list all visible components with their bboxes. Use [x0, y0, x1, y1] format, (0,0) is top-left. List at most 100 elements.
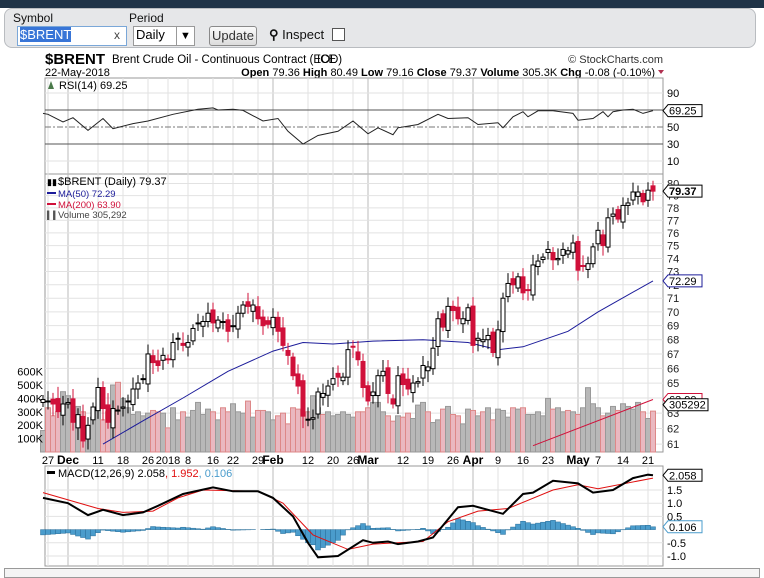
volume-bar: [416, 405, 421, 452]
candle-body: [96, 388, 100, 411]
volume-tick-label: 200K: [17, 420, 43, 432]
candle-body: [506, 283, 510, 296]
histogram-bar: [91, 530, 96, 536]
candle-body: [466, 308, 470, 321]
volume-bar: [101, 420, 106, 452]
volume-bar: [296, 409, 301, 452]
candle-body: [111, 409, 115, 428]
candle-body: [551, 253, 555, 260]
macd-tick-label: 1.0: [667, 498, 682, 510]
histogram-bar: [651, 527, 656, 530]
candle-body: [131, 389, 135, 405]
volume-tick-label: 400K: [17, 393, 43, 405]
price-legend: $BRENT (Daily) 79.37: [58, 176, 167, 188]
volume-bar: [441, 409, 446, 452]
histogram-bar: [646, 525, 651, 529]
candle-body: [146, 354, 150, 384]
volume-bar: [161, 413, 166, 452]
histogram-bar: [116, 530, 121, 532]
candle-body: [521, 277, 525, 293]
date-tick-label: 14: [617, 455, 629, 467]
histogram-bar: [51, 530, 56, 535]
candle-body: [606, 218, 610, 247]
candle-body: [586, 264, 590, 270]
volume-bar: [561, 412, 566, 452]
histogram-bar: [381, 528, 386, 530]
date-tick-label: 7: [595, 455, 601, 467]
candle-body: [381, 371, 385, 375]
histogram-bar: [101, 530, 106, 531]
candle-body: [331, 379, 335, 385]
histogram-bar: [111, 530, 116, 532]
volume-bar: [396, 416, 401, 452]
volume-legend: Volume 305,292: [58, 210, 127, 221]
histogram-bar: [291, 530, 296, 533]
price-tick-label: 76: [667, 228, 679, 240]
candle-body: [271, 317, 275, 327]
candle-body: [531, 265, 535, 295]
ma200-swatch: [47, 203, 56, 205]
volume-bar: [446, 406, 451, 452]
candle-body: [511, 279, 515, 285]
candle-body: [376, 376, 380, 396]
histogram-bar: [496, 530, 501, 533]
high-value: 80.49: [330, 67, 358, 79]
date-tick-label: 20: [327, 455, 339, 467]
volume-bar: [276, 416, 281, 452]
volume-bar: [366, 408, 371, 452]
candle-body: [436, 319, 440, 347]
candle-body: [366, 386, 370, 401]
date-tick-label: Mar: [357, 453, 379, 467]
close-label: Close: [417, 67, 447, 79]
candle-body: [566, 251, 570, 254]
open-label: Open: [241, 67, 269, 79]
histogram-bar: [616, 530, 621, 532]
volume-bar: [386, 416, 391, 452]
stock-chart[interactable]: $BRENT Brent Crude Oil - Continuous Cont…: [0, 0, 764, 568]
chg-value: -0.08 (-0.10%): [585, 67, 655, 79]
histogram-bar: [331, 530, 336, 543]
volume-bar: [221, 408, 226, 452]
histogram-bar: [276, 530, 281, 532]
candle-body: [221, 322, 225, 323]
candle-body: [311, 418, 315, 420]
status-bar: [4, 568, 760, 578]
candle-body: [426, 367, 430, 371]
candle-body: [231, 326, 235, 327]
histogram-bar: [41, 530, 46, 535]
histogram-bar: [146, 529, 151, 530]
histogram-bar: [191, 528, 196, 529]
histogram-bar: [581, 530, 586, 531]
candle-body: [351, 346, 355, 347]
candle-body: [226, 320, 230, 331]
ma50-tag: 72.29: [669, 276, 697, 288]
candle-body: [456, 307, 460, 319]
volume-bar: [216, 420, 221, 452]
histogram-bar: [511, 527, 516, 530]
candle-body: [176, 338, 180, 339]
candle-body: [66, 402, 70, 404]
candle-body: [441, 314, 445, 327]
candle-body: [401, 374, 405, 385]
volume-tick-label: 300K: [17, 407, 43, 419]
histogram-bar: [131, 530, 136, 532]
ohlc-summary: Open 79.36 High 80.49 Low 79.16 Close 79…: [241, 67, 655, 79]
histogram-bar: [56, 530, 61, 534]
chart-ticker: $BRENT: [45, 51, 105, 68]
histogram-bar: [341, 530, 346, 536]
candle-body: [236, 313, 240, 329]
date-tick-label: 19: [422, 455, 434, 467]
date-tick-label: 23: [542, 455, 554, 467]
date-tick-label: Apr: [463, 453, 484, 467]
candle-body: [316, 392, 320, 414]
date-tick-label: 11: [92, 455, 103, 467]
volume-bar: [516, 409, 521, 452]
candle-body: [336, 373, 340, 377]
down-arrow-icon: [658, 70, 664, 74]
candle-body: [601, 235, 605, 246]
copyright: © StockCharts.com: [568, 54, 663, 66]
volume-bar: [496, 409, 501, 452]
price-tick-label: 66: [667, 363, 679, 375]
histogram-bar: [551, 520, 556, 529]
histogram-bar: [311, 530, 316, 545]
